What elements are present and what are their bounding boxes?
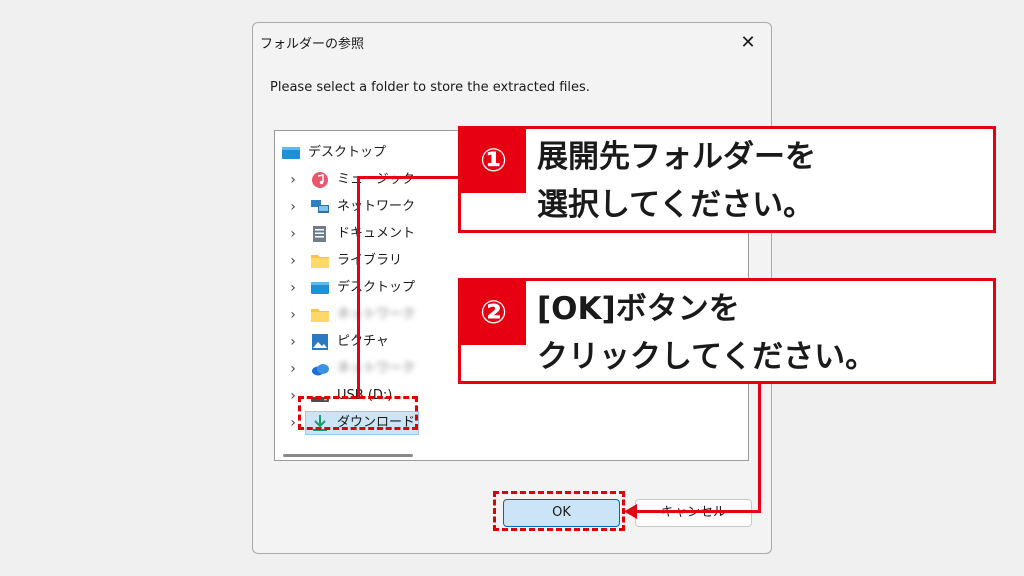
arrow-head-icon [624,504,637,519]
tree-item-label: ライブラリ [337,253,403,268]
cloud-icon [312,364,329,376]
cancel-button[interactable]: キャンセル [635,499,752,527]
chevron-right-icon[interactable]: › [287,195,299,219]
tree-item-libraries[interactable]: › ライブラリ [275,249,725,273]
step-number-badge: ① [461,129,526,193]
close-button[interactable]: ✕ [731,27,765,59]
tree-item-label: ドキュメント [337,226,416,241]
dialog-message: Please select a folder to store the extr… [270,80,590,95]
chevron-right-icon[interactable]: › [287,222,299,246]
callout-text: 展開先フォルダーを 選択してください。 [537,133,816,229]
callout-line: [OK]ボタンを [537,291,740,327]
callout-step-1: ① 展開先フォルダーを 選択してください。 [458,126,996,233]
connector-line-2 [758,381,761,513]
callout-text: [OK]ボタンを クリックしてください。 [537,285,876,381]
tree-item-label-redacted: ネットワーク [337,307,416,322]
desktop-icon [282,147,300,159]
tree-item-label: ピクチャ [337,334,389,349]
folder-icon [311,255,329,268]
music-icon [312,172,328,188]
callout-line: クリックしてください。 [537,339,877,375]
tree-item-label: ミュージック [337,172,415,187]
step-number-badge: ② [461,281,526,345]
network-icon [311,200,329,213]
folder-icon [311,309,329,322]
chevron-right-icon[interactable]: › [287,276,299,300]
connector-line-1 [357,176,459,179]
document-icon [313,226,326,242]
tree-item-label: デスクトップ [308,145,387,160]
highlight-downloads-box [298,396,418,430]
dialog-title: フォルダーの参照 [260,37,365,52]
desktop-icon [311,282,329,294]
connector-line-2 [632,510,761,513]
pictures-icon [312,334,328,350]
tree-item-label-redacted: ネットワーク [337,361,416,376]
chevron-right-icon[interactable]: › [287,303,299,327]
chevron-right-icon[interactable]: › [287,330,299,354]
tree-item-label: デスクトップ [337,280,416,295]
chevron-right-icon[interactable]: › [287,168,299,192]
highlight-ok-box [493,491,625,531]
connector-line-1 [357,176,360,398]
callout-line: 選択してください。 [537,187,815,223]
close-icon: ✕ [740,32,756,53]
callout-line: 展開先フォルダーを [537,139,816,175]
callout-step-2: ② [OK]ボタンを クリックしてください。 [458,278,996,384]
chevron-right-icon[interactable]: › [287,249,299,273]
horizontal-scrollbar[interactable] [283,454,413,457]
title-bar: フォルダーの参照 ✕ [253,23,771,63]
chevron-right-icon[interactable]: › [287,357,299,381]
tree-item-label: ネットワーク [337,199,416,214]
